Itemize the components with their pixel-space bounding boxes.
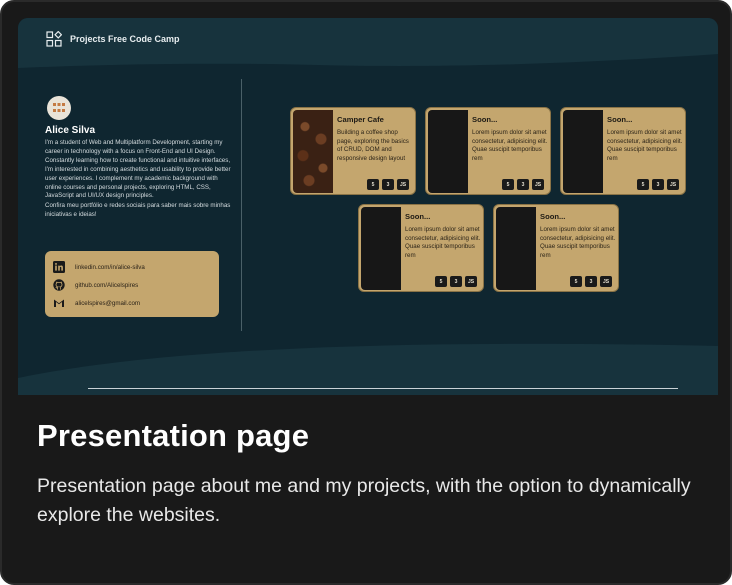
- project-description: Lorem ipsum dolor sit amet consectetur, …: [405, 226, 481, 259]
- js-icon: JS: [600, 276, 612, 287]
- project-thumbnail: [293, 110, 333, 193]
- project-description: Lorem ipsum dolor sit amet consectetur, …: [472, 129, 548, 162]
- profile-name: Alice Silva: [45, 125, 96, 136]
- project-thumbnail: [563, 110, 603, 193]
- project-thumbnail: [361, 207, 401, 290]
- css3-icon: 3: [517, 179, 529, 190]
- contact-github[interactable]: github.com/Alicelspires: [53, 276, 211, 294]
- contact-linkedin[interactable]: linkedin.com/in/alice-silva: [53, 258, 211, 276]
- footer-divider: [88, 388, 678, 389]
- logo-text: Projects Free Code Camp: [70, 34, 180, 44]
- card-description: Presentation page about me and my projec…: [37, 475, 691, 526]
- project-title: Soon...: [607, 115, 633, 124]
- tech-badges: 5 3 JS: [637, 179, 679, 190]
- card-title: Presentation page: [37, 418, 310, 453]
- js-icon: JS: [532, 179, 544, 190]
- project-thumbnail: [496, 207, 536, 290]
- gmail-icon: [54, 299, 64, 307]
- github-icon: [53, 279, 65, 291]
- project-card-camper-cafe[interactable]: Camper Cafe Building a coffee shop page,…: [290, 107, 416, 195]
- project-card-soon[interactable]: Soon... Lorem ipsum dolor sit amet conse…: [493, 204, 619, 292]
- project-card-soon[interactable]: Soon... Lorem ipsum dolor sit amet conse…: [358, 204, 484, 292]
- project-title: Camper Cafe: [337, 115, 384, 124]
- css3-icon: 3: [585, 276, 597, 287]
- grid-shapes-icon: [46, 31, 62, 47]
- contact-text: github.com/Alicelspires: [75, 281, 139, 289]
- html5-icon: 5: [435, 276, 447, 287]
- html5-icon: 5: [367, 179, 379, 190]
- section-divider: [241, 79, 242, 331]
- html5-icon: 5: [502, 179, 514, 190]
- project-card-soon[interactable]: Soon... Lorem ipsum dolor sit amet conse…: [560, 107, 686, 195]
- avatar: [47, 96, 71, 120]
- tech-badges: 5 3 JS: [570, 276, 612, 287]
- tech-badges: 5 3 JS: [367, 179, 409, 190]
- tech-badges: 5 3 JS: [435, 276, 477, 287]
- project-thumbnail: [428, 110, 468, 193]
- project-description: Building a coffee shop page, exploring t…: [337, 129, 409, 162]
- contacts-box: linkedin.com/in/alice-silva github.com/A…: [45, 251, 219, 317]
- js-icon: JS: [397, 179, 409, 190]
- profile-section: Alice Silva I'm a student of Web and Mul…: [45, 96, 231, 220]
- project-title: Soon...: [540, 212, 566, 221]
- project-title: Soon...: [472, 115, 498, 124]
- js-icon: JS: [667, 179, 679, 190]
- html5-icon: 5: [637, 179, 649, 190]
- site-logo[interactable]: Projects Free Code Camp: [46, 31, 180, 47]
- contact-gmail[interactable]: alicelspires@gmail.com: [53, 294, 211, 312]
- html5-icon: 5: [570, 276, 582, 287]
- project-description: Lorem ipsum dolor sit amet consectetur, …: [540, 226, 616, 259]
- project-card-soon[interactable]: Soon... Lorem ipsum dolor sit amet conse…: [425, 107, 551, 195]
- project-title: Soon...: [405, 212, 431, 221]
- css3-icon: 3: [652, 179, 664, 190]
- js-icon: JS: [465, 276, 477, 287]
- linkedin-icon: [53, 261, 65, 273]
- contact-text: alicelspires@gmail.com: [75, 299, 141, 307]
- avatar-pattern-icon: [53, 103, 65, 112]
- project-card[interactable]: Projects Free Code Camp Alice Silva I'm …: [0, 0, 732, 585]
- tech-badges: 5 3 JS: [502, 179, 544, 190]
- css3-icon: 3: [382, 179, 394, 190]
- preview-screenshot[interactable]: Projects Free Code Camp Alice Silva I'm …: [18, 18, 718, 395]
- profile-bio: I'm a student of Web and Multiplatform D…: [45, 139, 231, 200]
- profile-bio-cta: Confira meu portfólio e redes sociais pa…: [45, 202, 231, 219]
- contact-text: linkedin.com/in/alice-silva: [75, 263, 145, 271]
- project-description: Lorem ipsum dolor sit amet consectetur, …: [607, 129, 683, 162]
- css3-icon: 3: [450, 276, 462, 287]
